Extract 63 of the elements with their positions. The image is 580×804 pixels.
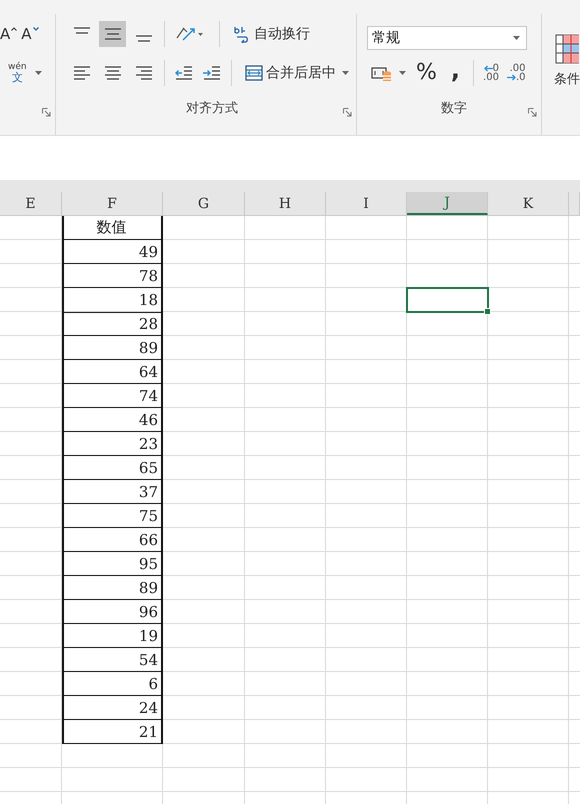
percent-style-button[interactable]: % <box>416 60 437 85</box>
align-bottom-icon <box>136 34 152 42</box>
table-cell: 49 <box>62 240 163 264</box>
decrease-font-size-button[interactable]: A <box>21 24 39 42</box>
column-header[interactable]: H <box>245 192 326 215</box>
table-cell: 74 <box>62 384 163 408</box>
column-header[interactable]: J <box>407 192 488 215</box>
table-cell: 18 <box>62 288 163 313</box>
column-title-cell: 数值 <box>62 216 163 240</box>
table-cell: 21 <box>62 720 163 744</box>
table-cell: 6 <box>62 672 163 696</box>
table-cell: 78 <box>62 264 163 288</box>
table-cell: 75 <box>62 504 163 528</box>
caret-icon[interactable] <box>11 26 18 30</box>
table-cell: 46 <box>62 408 163 432</box>
table-cell: 19 <box>62 624 163 648</box>
arrow-icon <box>484 64 493 72</box>
increase-font-size-button[interactable]: A <box>0 24 18 42</box>
selected-cell[interactable] <box>406 287 489 313</box>
column-header[interactable]: E <box>0 192 62 215</box>
table-cell: 23 <box>62 432 163 456</box>
group-label: 对齐方式 <box>186 100 238 116</box>
wrap-text-icon <box>233 24 251 42</box>
number-format-dropdown[interactable]: 常规 <box>367 26 527 50</box>
comma-style-button[interactable]: , <box>450 58 460 88</box>
column-header[interactable]: K <box>488 192 569 215</box>
middle-align-button[interactable] <box>99 20 126 46</box>
conditional-formatting-button[interactable]: 条件 <box>554 34 580 88</box>
caret-icon[interactable] <box>342 70 349 74</box>
align-middle-icon <box>104 28 120 40</box>
align-top-icon <box>74 26 90 34</box>
table-cell: 28 <box>62 312 163 336</box>
fill-handle[interactable] <box>484 308 491 315</box>
caret-icon[interactable] <box>34 70 42 74</box>
table-cell: 65 <box>62 456 163 480</box>
table-cell: 54 <box>62 648 163 672</box>
decrease-decimal-button[interactable]: .00 .0 <box>506 64 526 82</box>
merge-cells-icon <box>245 64 263 82</box>
dialog-launcher-icon[interactable] <box>343 108 352 117</box>
phonetic-guide-button[interactable]: wén 文 <box>0 62 29 82</box>
table-cell: 64 <box>62 360 163 384</box>
caret-icon[interactable] <box>32 26 39 30</box>
caret-icon[interactable] <box>513 36 520 40</box>
dialog-launcher-icon[interactable] <box>42 108 51 117</box>
align-right-icon <box>136 66 152 80</box>
table-cell: 24 <box>62 696 163 720</box>
arrow-icon <box>506 74 516 80</box>
merge-and-center-button[interactable]: 合并后居中 <box>245 64 336 82</box>
table-cell: 89 <box>62 576 163 600</box>
wrap-text-button[interactable]: 自动换行 <box>233 24 310 42</box>
table-cell: 95 <box>62 552 163 576</box>
group-label: 数字 <box>441 100 467 116</box>
column-header[interactable]: G <box>163 192 245 215</box>
dialog-launcher-icon[interactable] <box>528 108 537 117</box>
caret-icon[interactable] <box>399 70 406 74</box>
column-header[interactable]: F <box>62 192 163 215</box>
table-cell: 96 <box>62 600 163 624</box>
increase-decimal-button[interactable]: 0 .00 <box>483 64 499 82</box>
table-cell: 37 <box>62 480 163 504</box>
table-cell: 89 <box>62 336 163 360</box>
table-cell: 66 <box>62 528 163 552</box>
align-center-icon <box>104 66 120 80</box>
align-left-icon <box>74 66 90 80</box>
